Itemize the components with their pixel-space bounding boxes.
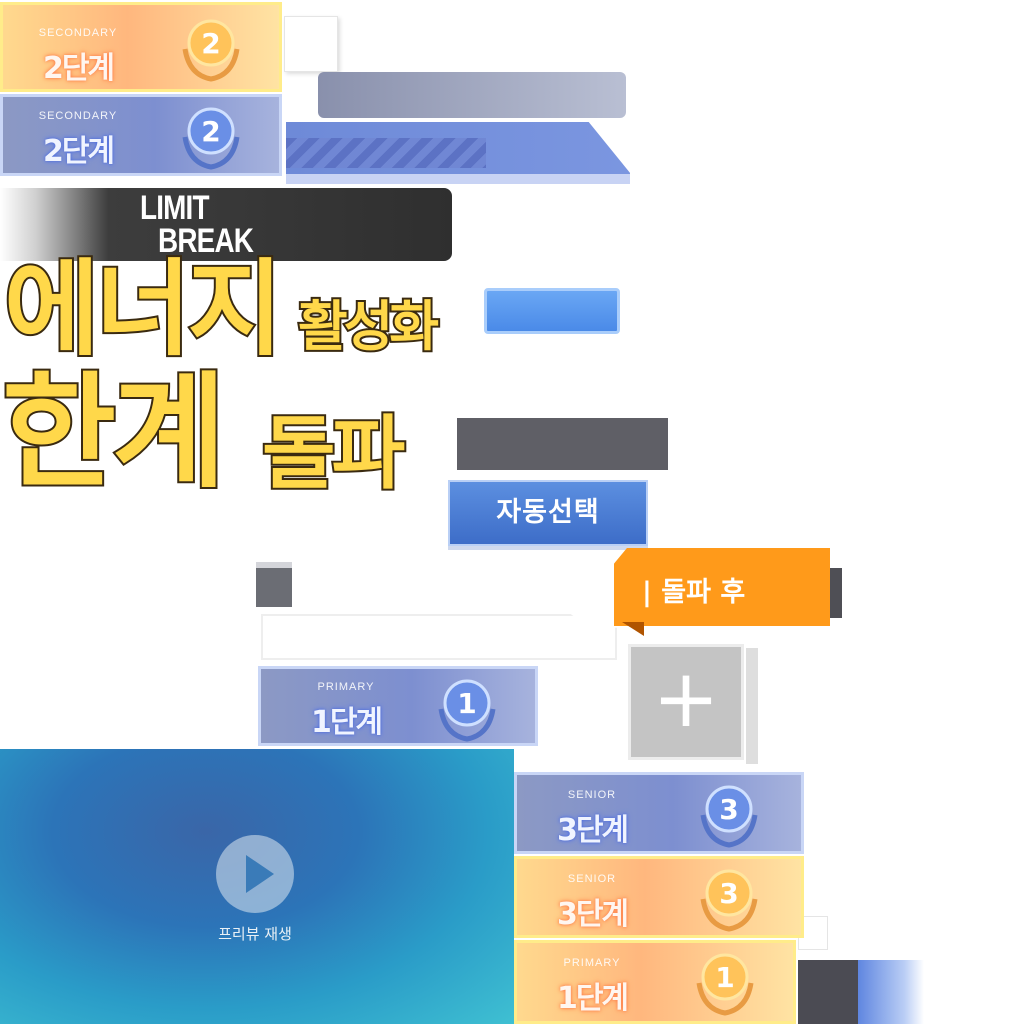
tag-shadow <box>830 568 842 618</box>
energy-title: 에너지 <box>2 248 285 370</box>
dark-panel <box>457 418 668 470</box>
badge-senior-gold[interactable]: SENIOR 3단계 3 <box>514 856 804 938</box>
medal-icon: 3 <box>693 863 765 935</box>
badge-kor-label: 1단계 <box>556 981 629 1016</box>
play-icon[interactable] <box>216 835 294 913</box>
gray-bar <box>318 72 626 118</box>
badge-kor-label: 1단계 <box>310 705 383 740</box>
medal-number: 3 <box>719 877 738 910</box>
activation-title: 활성화 <box>296 293 441 360</box>
badge-kor-label: 3단계 <box>556 813 629 848</box>
white-tile <box>284 16 338 72</box>
preview-caption: 프리뷰 재생 <box>218 925 292 943</box>
badge-eng-label: SENIOR <box>567 873 617 885</box>
medal-number: 1 <box>457 687 476 720</box>
white-dot <box>120 180 128 188</box>
medal-icon: 2 <box>175 101 247 173</box>
medal-number: 1 <box>715 961 734 994</box>
medal-icon: 1 <box>431 673 503 743</box>
auto-select-button[interactable]: 자동선택 <box>448 480 648 546</box>
plus-icon: + <box>652 652 720 745</box>
video-preview[interactable]: 프리뷰 재생 <box>0 749 514 1024</box>
badge-eng-label: SECONDARY <box>38 27 118 39</box>
white-tab <box>261 614 617 660</box>
medal-number: 3 <box>719 793 738 826</box>
badge-primary-blue[interactable]: PRIMARY 1단계 1 <box>258 666 538 746</box>
badge-secondary-gold[interactable]: SECONDARY 2단계 2 <box>0 2 282 92</box>
badge-kor-label: 2단계 <box>42 134 115 169</box>
medal-number: 2 <box>201 27 220 60</box>
tag-fold <box>622 622 644 636</box>
medal-number: 2 <box>201 115 220 148</box>
limit-title: 한계 <box>0 361 228 505</box>
medal-icon: 3 <box>693 779 765 851</box>
badge-eng-label: PRIMARY <box>563 957 621 969</box>
badge-kor-label: 3단계 <box>556 897 629 932</box>
medal-icon: 1 <box>689 947 761 1019</box>
after-break-tag: | 돌파 후 <box>614 548 830 626</box>
add-slot-button[interactable]: + <box>628 644 744 760</box>
medal-icon: 2 <box>175 13 247 85</box>
plus-shadow <box>746 648 758 764</box>
badge-eng-label: PRIMARY <box>317 681 375 693</box>
badge-primary-gold[interactable]: PRIMARY 1단계 1 <box>514 940 796 1024</box>
blue-pill <box>484 288 620 334</box>
badge-eng-label: SENIOR <box>567 789 617 801</box>
badge-senior-blue[interactable]: SENIOR 3단계 3 <box>514 772 804 854</box>
badge-kor-label: 2단계 <box>42 51 115 86</box>
badge-eng-label: SECONDARY <box>38 110 118 122</box>
gray-tile <box>256 562 292 607</box>
blue-gradient-tile <box>858 960 924 1024</box>
dark-tile <box>798 960 858 1024</box>
limit-text: LIMIT <box>140 189 210 227</box>
blue-striped-bar <box>286 122 630 184</box>
after-break-label: | 돌파 후 <box>642 577 746 608</box>
breakthrough-title: 돌파 <box>260 406 407 502</box>
badge-secondary-blue[interactable]: SECONDARY 2단계 2 <box>0 94 282 176</box>
